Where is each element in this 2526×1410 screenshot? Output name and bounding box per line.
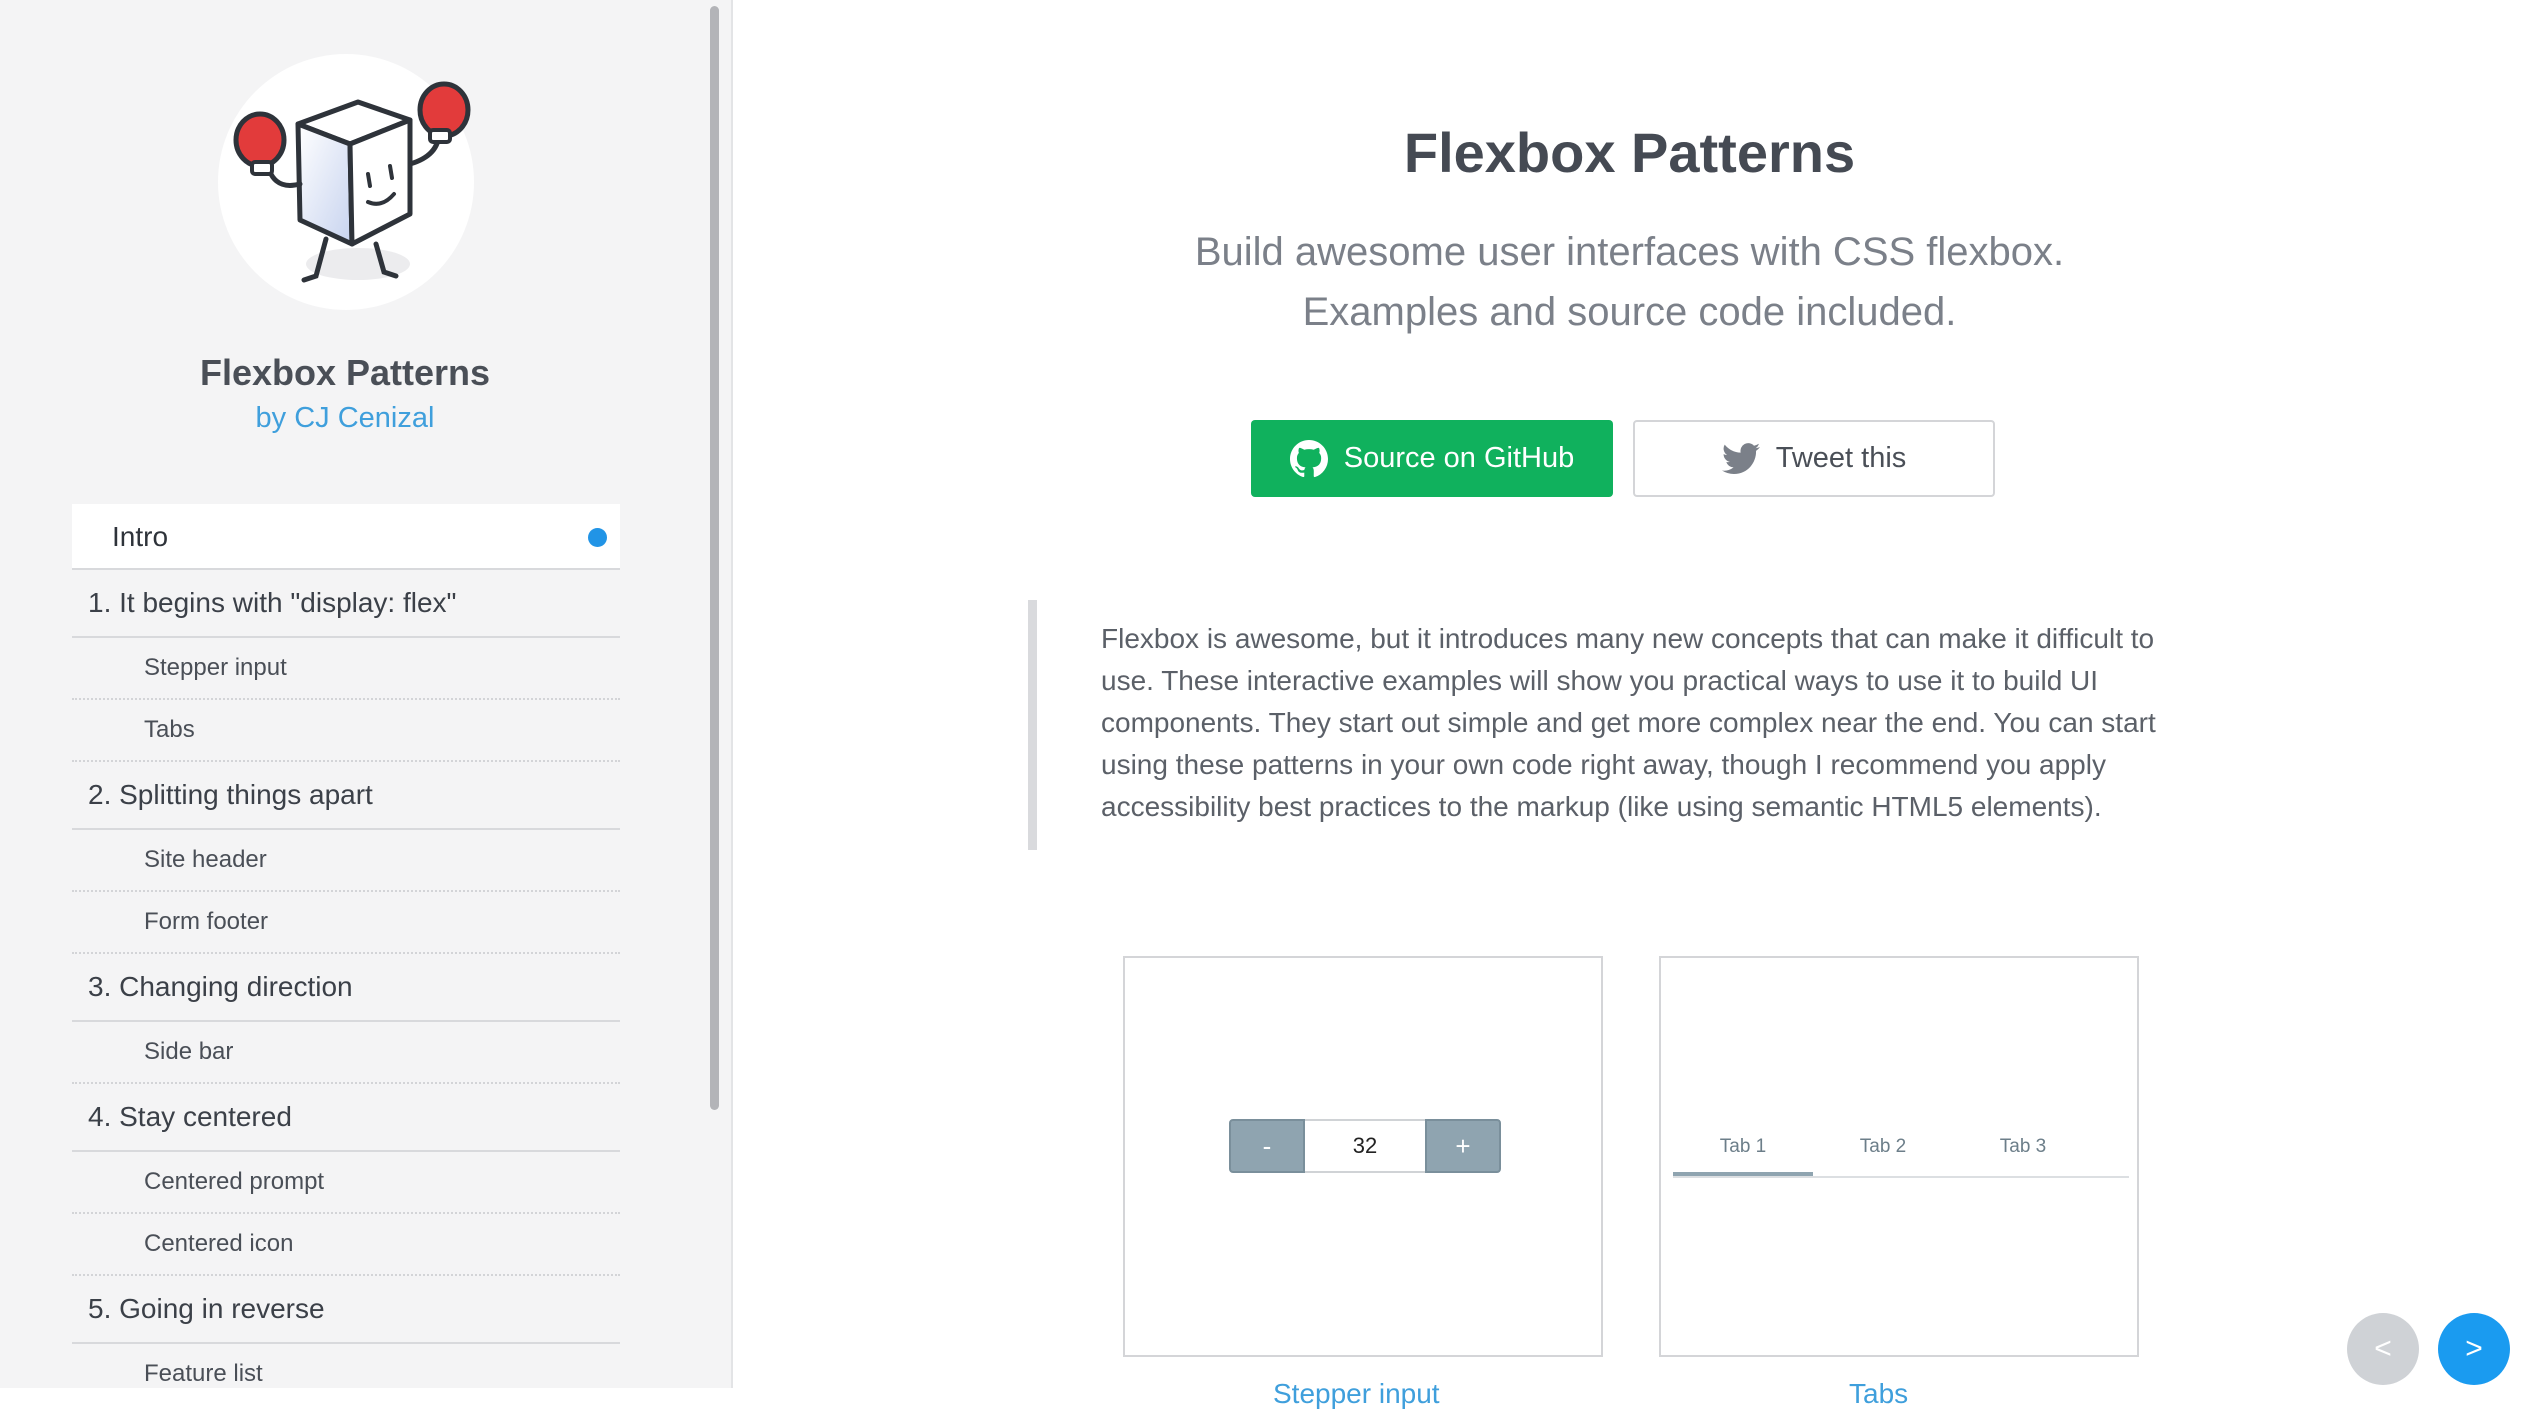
page-subtitle: Build awesome user interfaces with CSS f… [733,222,2526,342]
sidebar-item-label: Side bar [144,1038,234,1065]
intro-quote: Flexbox is awesome, but it introduces ma… [1028,600,2158,850]
sidebar-item-label: 1. It begins with "display: flex" [88,587,457,618]
sidebar-item-label: 4. Stay centered [88,1101,292,1132]
active-indicator-dot [588,528,607,547]
stepper-decrement-button[interactable]: - [1229,1119,1305,1173]
sidebar-item-1-it-begins-with-display-flex[interactable]: 1. It begins with "display: flex" [72,570,620,638]
stepper-caption-link[interactable]: Stepper input [1273,1378,1440,1410]
sidebar-item-centered-prompt[interactable]: Centered prompt [72,1152,620,1214]
sidebar-nav: Intro 1. It begins with "display: flex" St… [72,504,620,1388]
sidebar-item-5-going-in-reverse[interactable]: 5. Going in reverse [72,1276,620,1344]
intro-paragraph: Flexbox is awesome, but it introduces ma… [1101,623,2156,822]
subtitle-line-2: Examples and source code included. [1302,290,1957,334]
sidebar-item-label: Form footer [144,908,269,935]
sidebar-item-label: Intro [112,521,169,552]
sidebar-item-label: 2. Splitting things apart [88,779,373,810]
sidebar-item-4-stay-centered[interactable]: 4. Stay centered [72,1084,620,1152]
sidebar-item-label: Tabs [144,716,195,743]
sidebar-item-stepper-input[interactable]: Stepper input [72,638,620,700]
tab-bar: Tab 1 Tab 2 Tab 3 [1673,1130,2129,1178]
github-button-label: Source on GitHub [1343,442,1575,474]
sidebar-item-3-changing-direction[interactable]: 3. Changing direction [72,954,620,1022]
sidebar-item-tabs[interactable]: Tabs [72,700,620,762]
stepper-input: - 32 + [1229,1119,1501,1173]
github-icon [1289,439,1328,477]
sidebar-item-2-splitting-things-apart[interactable]: 2. Splitting things apart [72,762,620,830]
tweet-this-button[interactable]: Tweet this [1633,420,1995,497]
sidebar-title: Flexbox Patterns [199,352,491,393]
sidebar-item-centered-icon[interactable]: Centered icon [72,1214,620,1276]
tabs-caption-link[interactable]: Tabs [1849,1378,1908,1410]
tab-1[interactable]: Tab 1 [1673,1130,1813,1176]
sidebar-item-feature-list[interactable]: Feature list [72,1344,620,1388]
sidebar-item-label: 5. Going in reverse [88,1293,325,1324]
mascot-logo [218,54,474,310]
stepper-increment-button[interactable]: + [1425,1119,1501,1173]
tweet-button-label: Tweet this [1775,442,1907,474]
sidebar-item-label: 3. Changing direction [88,971,353,1002]
stepper-value[interactable]: 32 [1305,1119,1425,1173]
sidebar-item-label: Feature list [144,1360,263,1387]
twitter-bird-icon [1721,442,1760,474]
sidebar-item-intro[interactable]: Intro [72,504,620,570]
sidebar-item-label: Site header [144,846,267,873]
source-on-github-button[interactable]: Source on GitHub [1251,420,1613,497]
sidebar-scrollbar[interactable] [710,6,719,1110]
subtitle-line-1: Build awesome user interfaces with CSS f… [1194,230,2065,274]
page-title: Flexbox Patterns [1403,121,1856,184]
main-content: Flexbox Patterns Build awesome user inte… [733,0,2526,1409]
next-page-button[interactable]: > [2438,1313,2510,1385]
sidebar-item-side-bar[interactable]: Side bar [72,1022,620,1084]
boxer-cube-icon [233,81,471,283]
sidebar-item-site-header[interactable]: Site header [72,830,620,892]
sidebar: Flexbox Patterns by CJ Cenizal Intro 1. I… [0,0,733,1388]
sidebar-item-label: Centered icon [144,1230,294,1257]
previous-page-button[interactable]: < [2347,1313,2419,1385]
sidebar-item-label: Centered prompt [144,1168,325,1195]
sidebar-item-label: Stepper input [144,654,287,681]
stepper-example-card[interactable]: - 32 + [1123,956,1603,1357]
tab-3[interactable]: Tab 3 [1953,1130,2093,1176]
tab-2[interactable]: Tab 2 [1813,1130,1953,1176]
sidebar-item-form-footer[interactable]: Form footer [72,892,620,954]
author-link[interactable]: by CJ Cenizal [0,402,690,435]
tabs-example-card[interactable]: Tab 1 Tab 2 Tab 3 [1659,956,2139,1357]
